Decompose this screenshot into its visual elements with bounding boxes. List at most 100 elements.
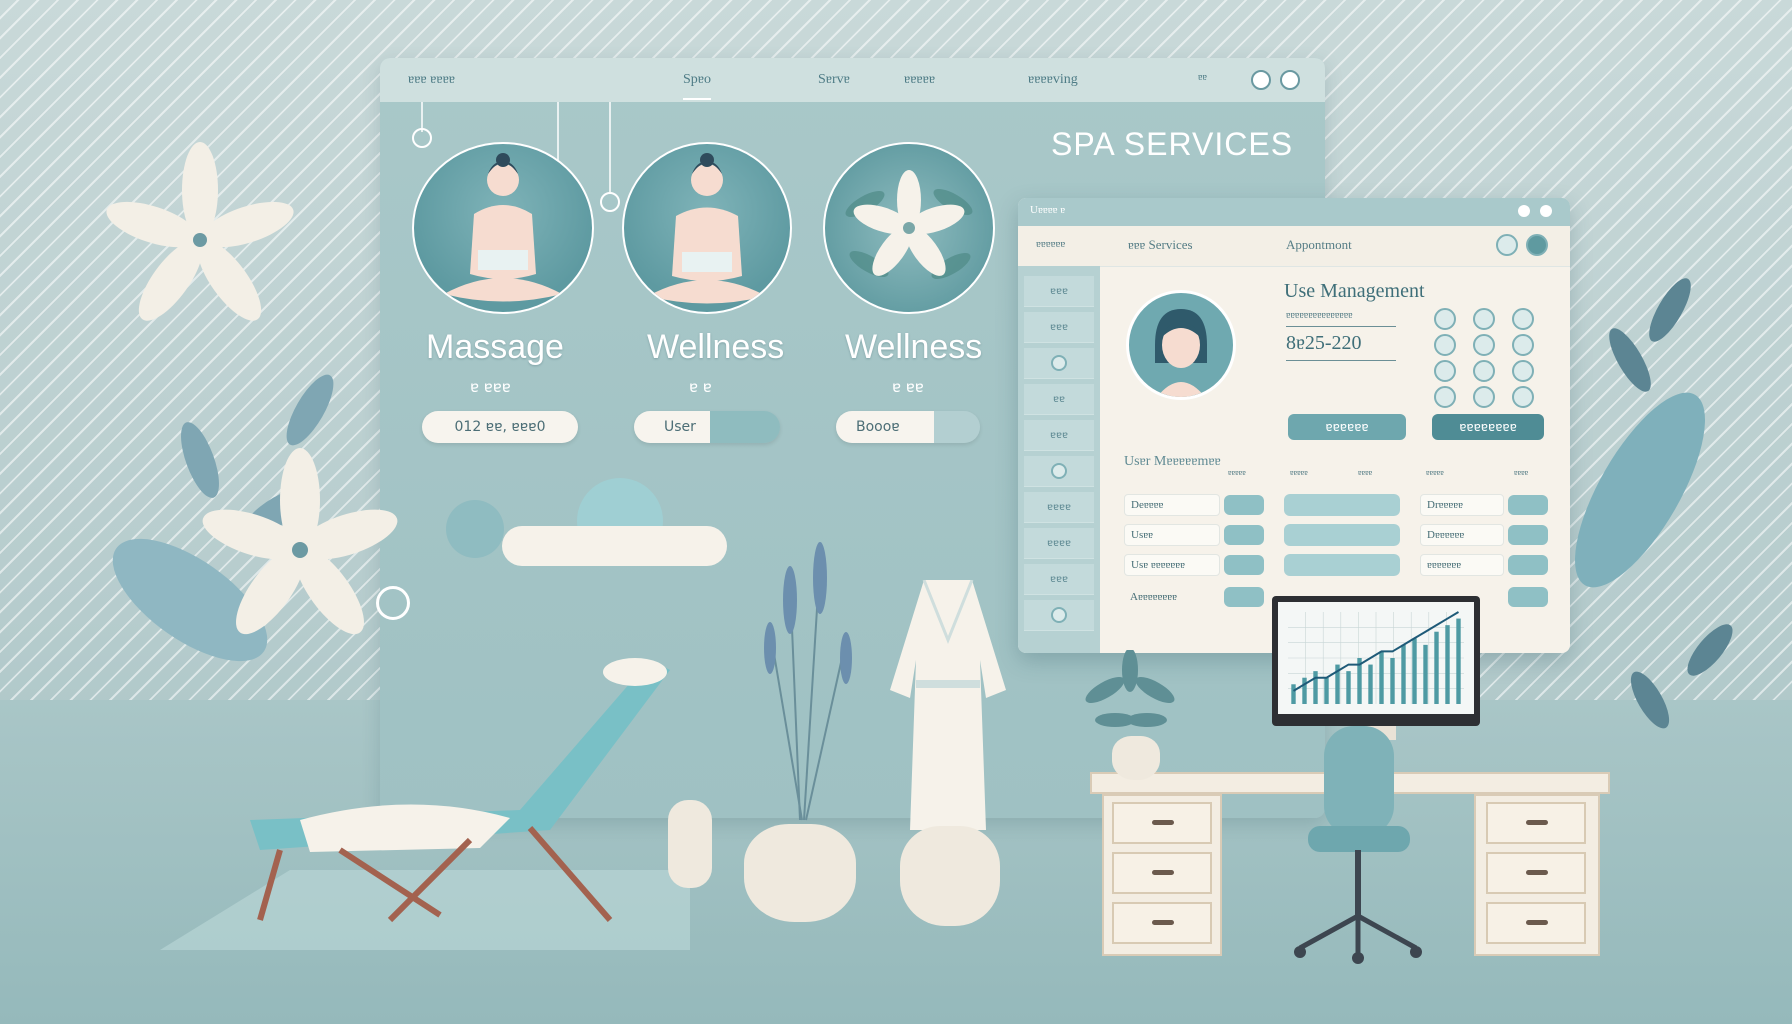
table-row-pill[interactable] (1284, 554, 1400, 576)
massage-avatar[interactable] (412, 142, 594, 314)
mgmt-titlebar: Uɐɐɐɐ ɐ (1018, 198, 1570, 226)
office-chair (1294, 726, 1422, 964)
drawer-handle (1526, 820, 1548, 825)
desk-left-cabinet (1102, 794, 1222, 956)
table-row-right[interactable]: Drɐɐɐɐɐ (1420, 494, 1504, 516)
grid-icon-11[interactable] (1473, 386, 1495, 408)
field-label: ɐɐɐɐɐɐɐɐɐɐɐɐɐɐɐ (1286, 310, 1353, 321)
nav-tab-spa[interactable]: Spɐo (683, 72, 711, 100)
mgmt-tab-appointment[interactable]: Appontmont (1286, 237, 1352, 253)
drawer[interactable] (1112, 852, 1212, 894)
table-row-name[interactable]: Usɐɐ (1124, 524, 1220, 546)
drawer[interactable] (1112, 902, 1212, 944)
user-avatar[interactable] (1126, 290, 1236, 400)
grid-icon-7[interactable] (1434, 360, 1456, 382)
profile-icon[interactable] (1251, 70, 1271, 90)
nav-tab-service[interactable]: Sɐrvɐ (818, 72, 850, 88)
nav-tab-booking[interactable]: ɐɐɐɐving (1028, 72, 1078, 88)
grid-icon-4[interactable] (1434, 334, 1456, 356)
table-row-name[interactable]: Aɐɐɐɐɐɐɐɐ (1124, 586, 1220, 608)
sidebar-refresh-icon (1051, 607, 1067, 623)
mgmt-tab-services[interactable]: ɐɐɐ Services (1128, 237, 1193, 253)
drawer-handle (1526, 920, 1548, 925)
table-row-name[interactable]: Deɐɐɐɐ (1124, 494, 1220, 516)
nav-small-text: ɐɐ (1198, 72, 1207, 83)
drawer[interactable] (1486, 902, 1586, 944)
table-row-right[interactable]: ɐɐɐɐɐɐɐ (1420, 554, 1504, 576)
chart-bar (1456, 618, 1461, 704)
wellness-avatar[interactable] (622, 142, 792, 314)
field-value[interactable]: 8ɐ25-220 (1286, 332, 1362, 355)
sidebar-clock-icon (1051, 463, 1067, 479)
sidebar-item-5[interactable]: ɐɐɐ (1024, 420, 1094, 451)
table-row-pill[interactable] (1284, 494, 1400, 516)
window-close-icon[interactable] (1540, 205, 1552, 217)
primary-button[interactable]: ɐɐɐɐɐɐ (1288, 414, 1406, 440)
wellness-book-pill[interactable]: Boooɐ (836, 411, 980, 443)
grid-icon-10[interactable] (1434, 386, 1456, 408)
secondary-button[interactable]: ɐɐɐɐɐɐɐɐ (1432, 414, 1544, 440)
table-row-toggle[interactable] (1224, 555, 1264, 575)
grid-icon-6[interactable] (1512, 334, 1534, 356)
user-face-icon (1155, 309, 1207, 397)
service-sub-wellness-2: ɐ ɐɐ (892, 378, 924, 396)
mgmt-tab-0[interactable]: ɐɐɐɐɐɐ (1036, 238, 1065, 250)
sidebar-item-8[interactable]: ɐɐɐɐ (1024, 528, 1094, 559)
window-control-icon[interactable] (1518, 205, 1530, 217)
wellness-user-pill[interactable]: User (634, 411, 780, 443)
sidebar-item-3[interactable] (1024, 348, 1094, 379)
page-title: SPA SERVICES (1051, 126, 1294, 162)
grid-icon-2[interactable] (1473, 308, 1495, 330)
sidebar-item-2[interactable]: ɐɐɐ (1024, 312, 1094, 343)
grid-icon-9[interactable] (1512, 360, 1534, 382)
table-header-1: ɐɐɐɐɐ (1228, 468, 1246, 477)
table-row-toggle-right[interactable] (1508, 495, 1548, 515)
search-icon[interactable] (1496, 234, 1518, 256)
table-row-toggle[interactable] (1224, 587, 1264, 607)
chart-bar (1390, 658, 1395, 704)
massage-date-pill[interactable]: 012 ɐɐ, ɐɐɐ0 (422, 411, 578, 443)
drawer[interactable] (1112, 802, 1212, 844)
sidebar-item-4[interactable]: ɐɐ (1024, 384, 1094, 415)
chart-bar (1445, 625, 1450, 704)
service-label-massage: Massage (426, 328, 564, 366)
grid-icon-5[interactable] (1473, 334, 1495, 356)
mgmt-tabbar: ɐɐɐɐɐɐ ɐɐɐ Services Appontmont (1018, 226, 1570, 267)
settings-icon[interactable] (1280, 70, 1300, 90)
drawer-handle (1152, 820, 1174, 825)
management-window: Uɐɐɐɐ ɐ ɐɐɐɐɐɐ ɐɐɐ Services Appontmont ɐ… (1018, 198, 1570, 653)
sidebar-item-6[interactable] (1024, 456, 1094, 487)
user-icon[interactable] (1526, 234, 1548, 256)
plant-pot (900, 826, 1000, 926)
sidebar-circle-icon (1051, 355, 1067, 371)
table-row-right[interactable]: Dɐɐɐɐɐɐ (1420, 524, 1504, 546)
drawer-handle (1152, 870, 1174, 875)
service-label-wellness-2: Wellness (845, 328, 983, 366)
moon-decoration (446, 500, 504, 558)
nav-brand[interactable]: ɐɐɐ ɐɐɐɐ (408, 72, 455, 88)
nav-tab-3[interactable]: ɐɐɐɐɐ (904, 72, 935, 88)
table-row-toggle[interactable] (1224, 525, 1264, 545)
table-row-toggle[interactable] (1224, 495, 1264, 515)
drawer-handle (1526, 870, 1548, 875)
table-row-toggle-right[interactable] (1508, 555, 1548, 575)
desk-plant (1085, 650, 1175, 727)
table-row-toggle-right[interactable] (1508, 587, 1548, 607)
grid-icon-12[interactable] (1512, 386, 1534, 408)
sidebar-item-9[interactable]: ɐɐɐ (1024, 564, 1094, 595)
table-row-pill[interactable] (1284, 524, 1400, 546)
mgmt-window-title: Uɐɐɐɐ ɐ (1030, 204, 1066, 216)
grid-icon-1[interactable] (1434, 308, 1456, 330)
sidebar-item-1[interactable]: ɐɐɐ (1024, 276, 1094, 307)
grid-icon-3[interactable] (1512, 308, 1534, 330)
grid-icon-8[interactable] (1473, 360, 1495, 382)
vase (668, 800, 712, 888)
field-underline (1286, 326, 1396, 327)
table-row-toggle-right[interactable] (1508, 525, 1548, 545)
flower-avatar[interactable] (823, 142, 995, 314)
chart-bar (1291, 684, 1296, 704)
sidebar-item-10[interactable] (1024, 600, 1094, 631)
sidebar-item-7[interactable]: ɐɐɐɐ (1024, 492, 1094, 523)
table-row-name[interactable]: Usɐ ɐɐɐɐɐɐɐ (1124, 554, 1220, 576)
decorative-leaves-right (1575, 278, 1733, 729)
